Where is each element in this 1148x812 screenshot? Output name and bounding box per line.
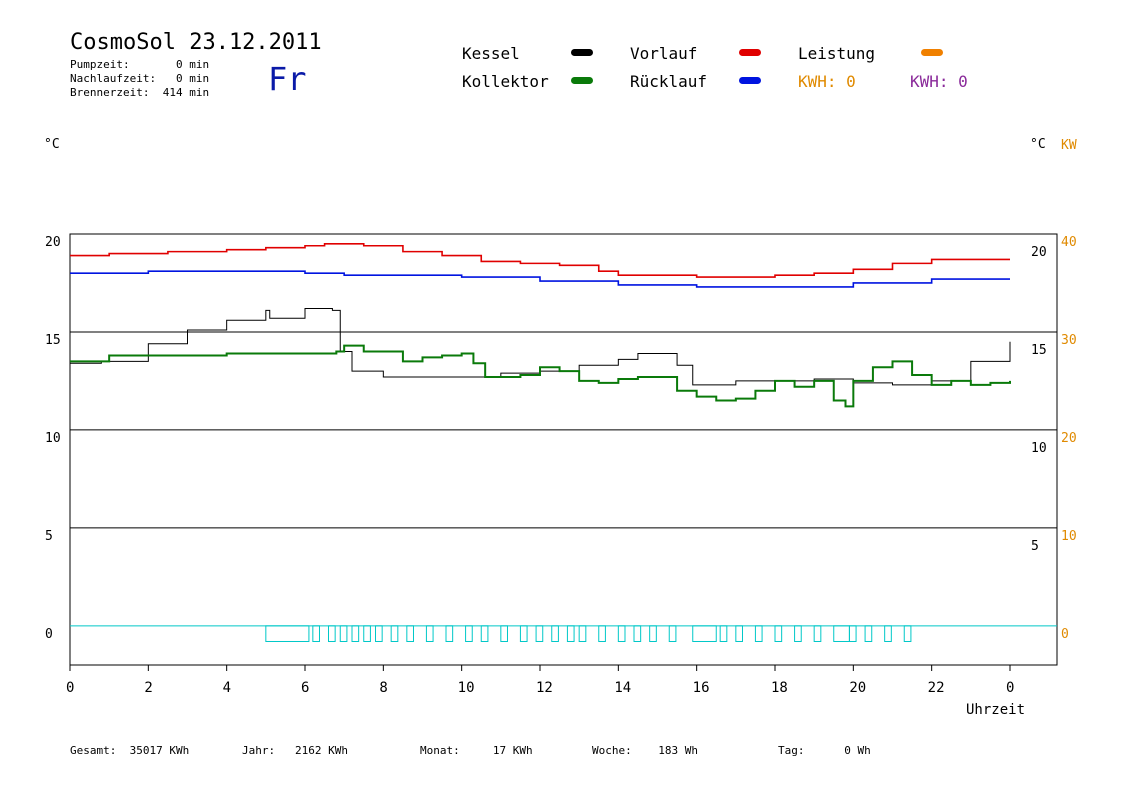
plot-frame bbox=[69, 233, 1058, 666]
pump-cycle-marker bbox=[794, 625, 802, 642]
y-tick-right-label: 15 bbox=[1031, 343, 1047, 358]
pump-cycle-marker bbox=[598, 625, 606, 642]
y-tick-right-label: 20 bbox=[1031, 245, 1047, 260]
pump-cycle-marker bbox=[519, 625, 528, 642]
pump-cycle-marker bbox=[903, 625, 912, 642]
y-tick-kw-label: 40 bbox=[1061, 235, 1077, 250]
pump-cycle-marker bbox=[312, 625, 320, 642]
pump-cycle-marker bbox=[754, 625, 763, 642]
pump-cycle-marker bbox=[692, 625, 717, 642]
series-line-kollektor bbox=[70, 344, 1011, 408]
pump-cycle-marker bbox=[445, 625, 454, 642]
pump-cycle-marker bbox=[339, 625, 348, 642]
x-tick-label: 2 bbox=[144, 680, 152, 696]
x-tick-label: 10 bbox=[458, 680, 475, 696]
x-tick-label: 12 bbox=[536, 680, 553, 696]
pump-cycle-marker bbox=[465, 625, 473, 642]
pump-cycle-marker bbox=[375, 625, 383, 642]
footer-monat: Monat: 17 KWh bbox=[420, 744, 533, 757]
pump-cycle-marker bbox=[425, 625, 434, 642]
series-line-ruecklauf bbox=[70, 270, 1010, 288]
pump-cycle-marker bbox=[848, 625, 857, 642]
pump-cycle-marker bbox=[363, 625, 371, 642]
pump-cycle-marker bbox=[265, 625, 310, 642]
footer-gesamt: Gesamt: 35017 KWh bbox=[70, 744, 190, 757]
y-tick-left-label: 15 bbox=[45, 333, 61, 348]
pump-cycle-marker bbox=[578, 625, 587, 642]
pump-cycle-marker bbox=[719, 625, 728, 642]
x-tick-label: 0 bbox=[66, 680, 74, 696]
y-tick-left-label: 10 bbox=[45, 431, 61, 446]
pump-cycle-marker bbox=[566, 625, 575, 642]
y-tick-right-label: 5 bbox=[1031, 539, 1039, 554]
pump-cycle-marker bbox=[480, 625, 489, 642]
pump-cycle-marker bbox=[813, 625, 822, 642]
x-tick-label: 6 bbox=[301, 680, 309, 696]
pump-cycle-marker bbox=[668, 625, 677, 642]
footer-woche: Woche: 183 Wh bbox=[592, 744, 698, 757]
y-tick-left-label: 5 bbox=[45, 529, 53, 544]
temperature-chart: 20 15 10 5 0 20 15 10 5 40 30 20 10 0 0 2 4 6 8 10 12 14 16 18 2… bbox=[45, 233, 1077, 696]
pump-cycle-marker bbox=[551, 625, 559, 642]
pump-cycle-marker bbox=[328, 625, 336, 642]
y-tick-kw-label: 20 bbox=[1061, 431, 1077, 446]
x-axis-label: Uhrzeit bbox=[966, 702, 1026, 718]
pump-cycle-marker bbox=[535, 625, 544, 642]
pump-cycle-marker bbox=[833, 625, 850, 642]
pump-cycle-marker bbox=[390, 625, 399, 642]
x-tick-label: 8 bbox=[379, 680, 387, 696]
pump-cycle-marker bbox=[633, 625, 642, 642]
y-tick-left-label: 20 bbox=[45, 235, 61, 250]
pump-cycle-marker bbox=[500, 625, 508, 642]
y-tick-kw-label: 0 bbox=[1061, 627, 1069, 642]
x-tick-label: 0 bbox=[1006, 680, 1014, 696]
y-tick-right-label: 10 bbox=[1031, 441, 1047, 456]
x-tick-label: 18 bbox=[771, 680, 788, 696]
x-tick-label: 14 bbox=[614, 680, 631, 696]
pump-cycle-marker bbox=[864, 625, 873, 642]
footer-jahr: Jahr: 2162 KWh bbox=[242, 744, 348, 757]
pump-cycle-marker bbox=[351, 625, 360, 642]
x-tick-label: 22 bbox=[928, 680, 945, 696]
footer-tag: Tag: 0 Wh bbox=[778, 744, 871, 757]
x-tick-label: 4 bbox=[223, 680, 231, 696]
x-tick-label: 20 bbox=[849, 680, 866, 696]
y-tick-kw-label: 10 bbox=[1061, 529, 1077, 544]
pump-cycle-marker bbox=[735, 625, 743, 642]
pump-cycle-marker bbox=[617, 625, 626, 642]
pump-cycle-marker bbox=[649, 625, 657, 642]
pump-cycle-marker bbox=[406, 625, 414, 642]
y-tick-kw-label: 30 bbox=[1061, 333, 1077, 348]
pump-cycle-marker bbox=[884, 625, 892, 642]
y-tick-left-label: 0 bbox=[45, 627, 53, 642]
x-tick-label: 16 bbox=[693, 680, 710, 696]
series-line-vorlauf bbox=[70, 242, 1010, 278]
pump-cycle-marker bbox=[774, 625, 783, 642]
